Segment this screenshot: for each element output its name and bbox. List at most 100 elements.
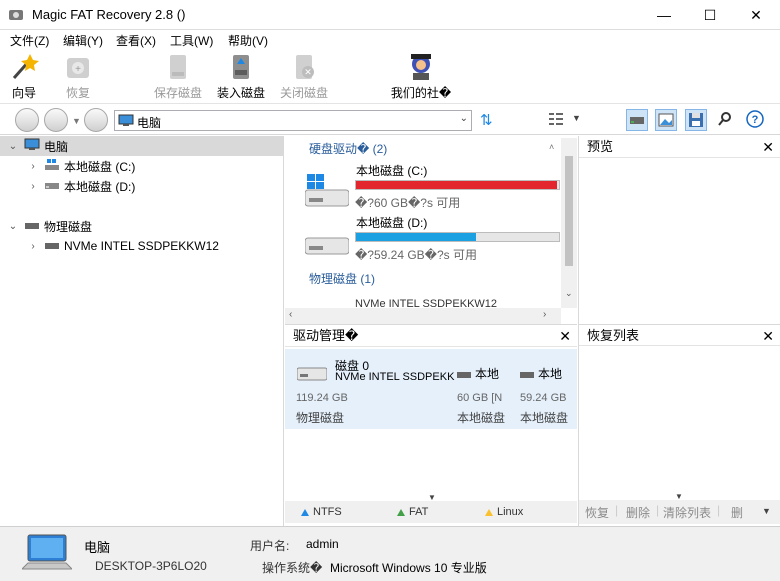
more-button[interactable]: 删 (731, 504, 743, 521)
recovery-list-header: 恢复列表 ✕ (579, 324, 780, 346)
expand-icon[interactable]: › (26, 241, 40, 252)
hdd-group-header[interactable]: 硬盘驱动� (2) (309, 140, 387, 157)
window-title: Magic FAT Recovery 2.8 () (32, 7, 186, 22)
filesystem-legend: NTFS FAT Linux (285, 501, 577, 523)
close-recovery-list-button[interactable]: ✕ (762, 325, 774, 347)
computer-icon (24, 138, 40, 154)
scroll-right-icon[interactable]: › (543, 309, 546, 320)
folder-tree: ⌄ 电脑 › 本地磁盘 (C:) › 本地磁盘 (D:) ⌄ 物理磁盘 › NV… (0, 136, 284, 526)
clear-list-button[interactable]: 清除列表 (663, 504, 711, 521)
expand-icon[interactable]: › (26, 181, 40, 192)
menu-view[interactable]: 查看(X) (116, 32, 156, 49)
ntfs-marker-icon (301, 508, 309, 516)
physical-group-header[interactable]: 物理磁盘 (1) (309, 270, 375, 287)
mount-disk-button[interactable]: 装入磁盘 (211, 52, 271, 102)
refresh-icon[interactable]: ⇅ (480, 111, 493, 129)
menu-help[interactable]: 帮助(V) (228, 32, 268, 49)
drive-icon (45, 179, 59, 194)
drive-d-name[interactable]: 本地磁盘 (D:) (356, 214, 427, 231)
drive-icon (45, 239, 59, 254)
status-computer-name: 电脑 (84, 540, 111, 555)
disk-type: 物理磁盘 (296, 411, 345, 425)
address-bar: ▼ 电脑 ⌄ ⇅ ▼ ? (0, 105, 780, 135)
laptop-icon (20, 533, 74, 580)
up-button[interactable] (84, 108, 108, 132)
delete-list-button[interactable]: 删除 (626, 504, 650, 521)
scroll-left-icon[interactable]: ‹ (289, 309, 292, 320)
drive-list: 硬盘驱动� (2) ˄ 本地磁盘 (C:) �?60 GB�?s 可用 本地磁盘… (285, 136, 577, 324)
physical-disk-name[interactable]: NVMe INTEL SSDPEKKW12 (355, 298, 497, 308)
svg-text:+: + (75, 64, 81, 75)
save-disk-button[interactable]: 保存磁盘 (148, 52, 208, 102)
community-button[interactable]: 我们的社� (386, 52, 456, 102)
drive-icon (520, 369, 534, 383)
drive-icon (296, 365, 328, 386)
menu-bar: 文件(Z) 编辑(Y) 查看(X) 工具(W) 帮助(V) (0, 30, 780, 50)
horizontal-scrollbar[interactable]: ‹ › (285, 308, 561, 324)
drive-manager-toggle[interactable] (626, 109, 648, 131)
title-bar: Magic FAT Recovery 2.8 () — ☐ ✕ (0, 0, 780, 30)
legend-linux: Linux (485, 506, 523, 518)
close-drive-manager-button[interactable]: ✕ (559, 325, 571, 347)
disk-icon (162, 52, 194, 82)
history-dropdown-icon[interactable]: ▼ (72, 116, 81, 126)
menu-file[interactable]: 文件(Z) (10, 32, 49, 49)
drive-icon (457, 369, 471, 383)
minimize-button[interactable]: — (641, 0, 687, 30)
drive-d-free: �?59.24 GB�?s 可用 (355, 248, 477, 262)
scroll-down-icon[interactable]: ⌄ (565, 288, 573, 299)
close-window-button[interactable]: ✕ (733, 0, 779, 30)
drive-d-usage-fill (356, 233, 476, 241)
community-icon (405, 52, 437, 82)
more-dropdown-icon[interactable]: ▼ (762, 506, 771, 516)
tree-item-computer[interactable]: ⌄ 电脑 (0, 136, 284, 156)
help-icon[interactable]: ? (746, 110, 764, 131)
menu-edit[interactable]: 编辑(Y) (63, 32, 103, 49)
scrollbar-thumb[interactable] (565, 156, 573, 266)
collapse-icon[interactable]: ⌄ (6, 221, 20, 232)
preview-toggle[interactable] (655, 109, 677, 131)
toolbar: 向导 + 恢复 保存磁盘 装入磁盘 ✕ 关闭磁盘 我们的社� (0, 50, 780, 104)
close-preview-button[interactable]: ✕ (762, 136, 774, 158)
maximize-button[interactable]: ☐ (687, 0, 733, 30)
wizard-icon (8, 52, 40, 82)
disk-size: 119.24 GB (296, 392, 348, 404)
tree-item-physical-disks[interactable]: ⌄ 物理磁盘 (6, 216, 92, 236)
vertical-scrollbar[interactable]: ⌄ (561, 138, 577, 308)
recovery-list-toggle[interactable] (685, 109, 707, 131)
search-icon[interactable] (717, 111, 733, 130)
expand-icon[interactable]: › (26, 161, 40, 172)
legend-fat: FAT (397, 506, 428, 518)
group-collapse-icon[interactable]: ˄ (549, 142, 554, 152)
status-os: Microsoft Windows 10 专业版 (330, 561, 487, 575)
collapse-icon[interactable]: ⌄ (6, 141, 20, 152)
address-input[interactable]: 电脑 ⌄ (114, 110, 472, 131)
drive-c-free: �?60 GB�?s 可用 (355, 196, 461, 210)
status-bar: 电脑 DESKTOP-3P6LO20 用户名: admin 操作系统� Micr… (0, 526, 780, 581)
view-options-icon[interactable] (548, 111, 564, 130)
recover-list-button[interactable]: 恢复 (585, 504, 609, 521)
recover-button[interactable]: + 恢复 (58, 52, 98, 102)
address-dropdown-icon[interactable]: ⌄ (460, 113, 468, 124)
partition-1[interactable]: 本地 60 GB [N 本地磁盘 (456, 365, 512, 439)
forward-button[interactable] (44, 108, 68, 132)
back-button[interactable] (15, 108, 39, 132)
close-disk-button[interactable]: ✕ 关闭磁盘 (274, 52, 334, 102)
status-user-label: 用户名: (250, 539, 290, 553)
preview-header: 预览 ✕ (579, 136, 780, 158)
svg-text:✕: ✕ (304, 67, 312, 77)
floppy-icon (689, 113, 703, 127)
tree-item-d-drive[interactable]: › 本地磁盘 (D:) (26, 176, 135, 196)
drive-c-name[interactable]: 本地磁盘 (C:) (356, 162, 427, 179)
partition-2[interactable]: 本地 59.24 GB 本地磁盘 (517, 365, 571, 439)
close-disk-icon: ✕ (288, 52, 320, 82)
tree-item-c-drive[interactable]: › 本地磁盘 (C:) (26, 156, 135, 176)
status-user: admin (306, 537, 339, 551)
drive-d-usage-bar (355, 232, 560, 242)
disk-0-row[interactable]: 磁盘 0 NVMe INTEL SSDPEKK 119.24 GB 物理磁盘 本… (285, 349, 577, 429)
view-dropdown-icon[interactable]: ▼ (572, 113, 581, 123)
tree-item-nvme[interactable]: › NVMe INTEL SSDPEKKW12 (26, 236, 219, 256)
wizard-button[interactable]: 向导 (4, 52, 44, 102)
menu-tools[interactable]: 工具(W) (170, 32, 213, 49)
drive-icon (304, 232, 350, 261)
